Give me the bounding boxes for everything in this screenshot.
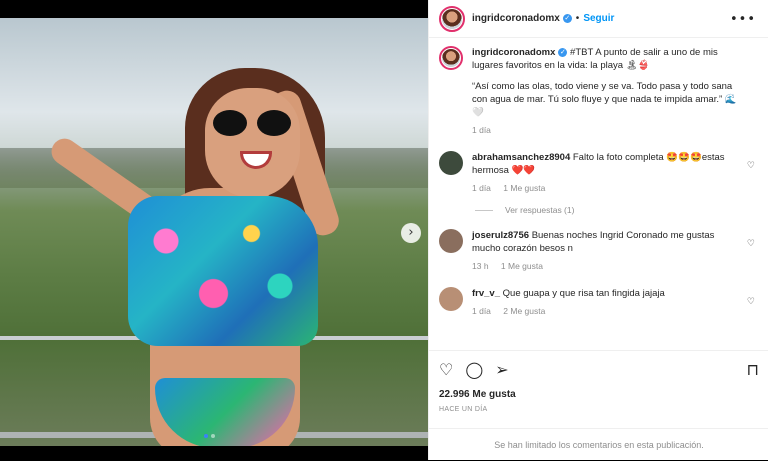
- commenter-avatar[interactable]: [439, 229, 463, 253]
- carousel-next-icon[interactable]: ›: [401, 223, 421, 243]
- comment-icon[interactable]: ◯: [465, 360, 483, 379]
- like-icon[interactable]: ♡: [439, 360, 453, 379]
- follow-button[interactable]: Seguir: [583, 13, 614, 24]
- comment-username[interactable]: frv_v_: [472, 288, 500, 299]
- caption-username[interactable]: ingridcoronadomx: [472, 47, 555, 58]
- likes-count[interactable]: 22.996 Me gusta: [439, 389, 759, 400]
- instagram-post: › ingridcoronadomx ✓ • Seguir ••• ingrid…: [0, 0, 768, 460]
- comment-item: joserulz8756 Buenas noches Ingrid Corona…: [439, 229, 757, 273]
- verified-badge-icon: ✓: [562, 14, 572, 23]
- comments-limited-notice: Se han limitado los comentarios en esta …: [429, 428, 768, 460]
- carousel-dot: [211, 434, 215, 438]
- comment-username[interactable]: abrahamsanchez8904: [472, 152, 570, 163]
- commenter-avatar[interactable]: [439, 287, 463, 311]
- post-media: ›: [0, 0, 428, 460]
- posted-ago: HACE UN DÍA: [439, 406, 488, 413]
- bookmark-icon[interactable]: ⊓: [747, 360, 759, 379]
- carousel-dot-active: [204, 434, 208, 438]
- post-actions: ♡ ◯ ➢ ⊓ 22.996 Me gusta HACE UN DÍA: [429, 350, 768, 413]
- author-avatar[interactable]: [439, 5, 465, 32]
- caption: ingridcoronadomx ✓ #TBT A punto de salir …: [439, 46, 757, 137]
- comment-item: abrahamsanchez8904 Falto la foto complet…: [439, 151, 757, 195]
- comments-list[interactable]: ingridcoronadomx ✓ #TBT A punto de salir …: [429, 38, 768, 346]
- comment-item: frv_v_ Que guapa y que risa tan fingida …: [439, 287, 757, 318]
- comment-time: 1 día: [472, 306, 491, 316]
- comment-text: Que guapa y que risa tan fingida jajaja: [502, 288, 665, 299]
- more-options-icon[interactable]: •••: [730, 12, 756, 27]
- comment-username[interactable]: joserulz8756: [472, 230, 529, 241]
- comment-likes[interactable]: 1 Me gusta: [503, 183, 545, 193]
- comment-time: 13 h: [472, 261, 489, 271]
- carousel-dots: [204, 434, 215, 438]
- view-replies-button[interactable]: Ver respuestas (1): [475, 205, 757, 215]
- caption-quote: “Así como las olas, todo viene y se va. …: [472, 81, 737, 118]
- comment-likes[interactable]: 1 Me gusta: [501, 261, 543, 271]
- comment-like-icon[interactable]: ♡: [747, 297, 755, 307]
- comment-like-icon[interactable]: ♡: [747, 239, 755, 249]
- author-username[interactable]: ingridcoronadomx: [472, 13, 560, 24]
- commenter-avatar[interactable]: [439, 151, 463, 175]
- verified-badge-icon: ✓: [558, 47, 568, 57]
- header-separator: •: [575, 13, 580, 24]
- post-photo[interactable]: [0, 18, 428, 446]
- view-replies-label: Ver respuestas (1): [505, 205, 575, 215]
- caption-time: 1 día: [472, 125, 491, 135]
- share-icon[interactable]: ➢: [495, 360, 508, 379]
- comment-time: 1 día: [472, 183, 491, 193]
- comment-like-icon[interactable]: ♡: [747, 161, 755, 171]
- post-side-panel: ingridcoronadomx ✓ • Seguir ••• ingridco…: [428, 0, 768, 460]
- post-header: ingridcoronadomx ✓ • Seguir •••: [429, 0, 768, 38]
- caption-avatar[interactable]: [439, 46, 463, 70]
- comment-likes[interactable]: 2 Me gusta: [503, 306, 545, 316]
